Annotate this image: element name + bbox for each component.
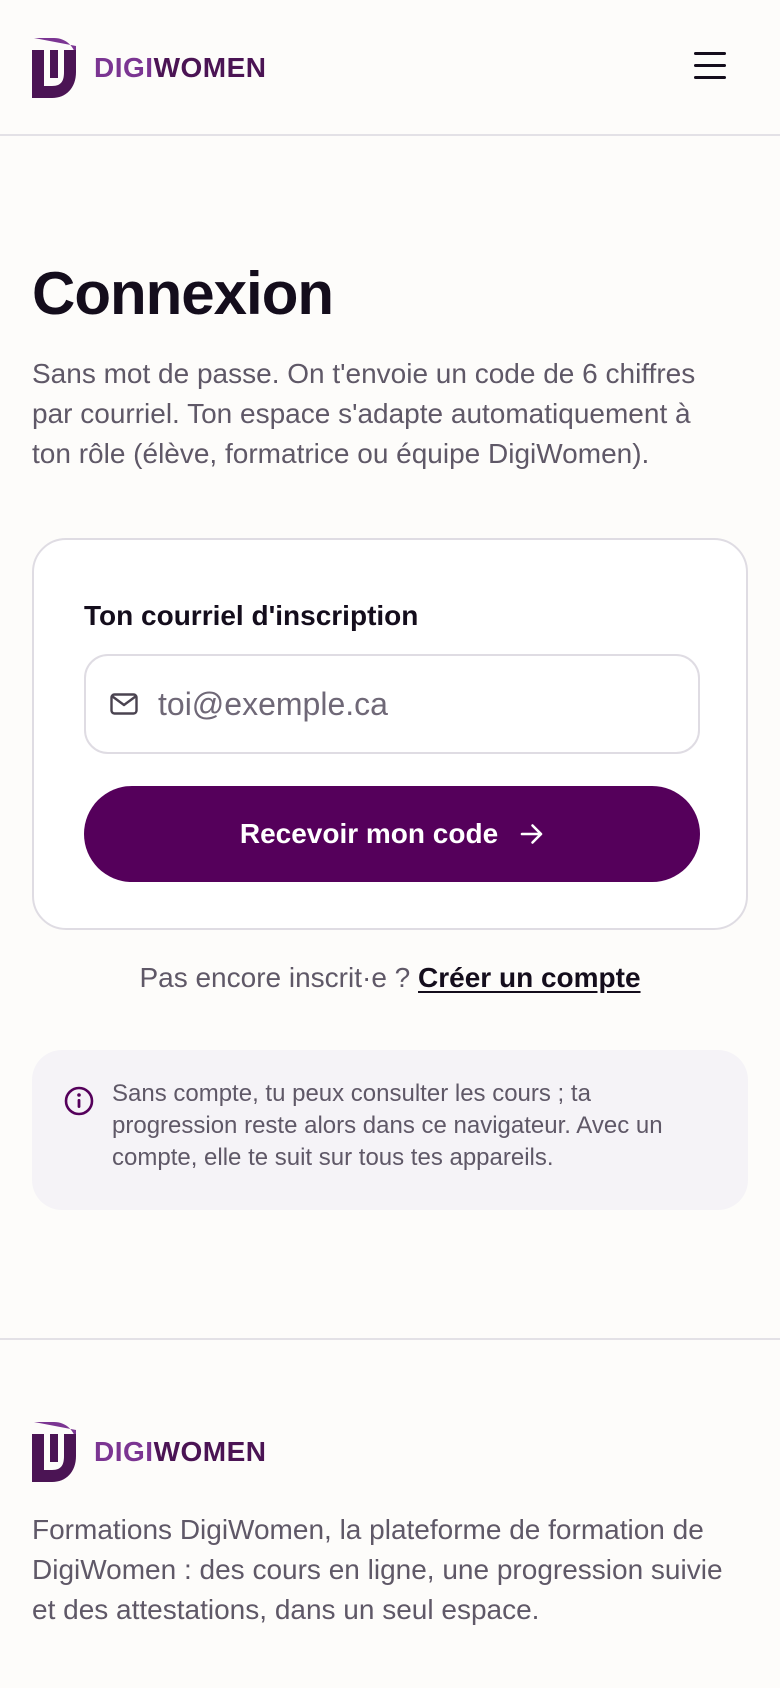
email-field-label: Ton courriel d'inscription	[84, 600, 419, 631]
signup-prompt: Pas encore inscrit·e ? Créer un compte	[0, 962, 780, 994]
hamburger-menu-icon[interactable]	[694, 50, 728, 80]
menu-bar-bottom	[694, 76, 726, 79]
menu-bar-middle	[694, 64, 726, 67]
page-intro: Sans mot de passe. On t'envoie un code d…	[32, 358, 696, 469]
logo-text-digi: DIGI	[94, 52, 154, 83]
create-account-link[interactable]: Créer un compte	[418, 962, 641, 993]
signup-prompt-text: Pas encore inscrit·e ?	[139, 962, 411, 993]
footer-logo-text-women: WOMEN	[153, 1436, 267, 1467]
site-footer: DIGIWOMEN Formations DigiWomen, la plate…	[0, 1338, 780, 1688]
footer-logo[interactable]: DIGIWOMEN	[32, 1422, 267, 1482]
info-notice-text: Sans compte, tu peux consulter les cours…	[112, 1080, 663, 1171]
footer-logo-text-digi: DIGI	[94, 1436, 154, 1467]
email-field-wrapper[interactable]	[84, 654, 700, 754]
site-header: DIGIWOMEN	[0, 0, 780, 136]
digiwomen-logo-mark-icon	[32, 38, 76, 98]
info-notice: Sans compte, tu peux consulter les cours…	[32, 1050, 748, 1210]
receive-code-button-label: Recevoir mon code	[239, 818, 499, 849]
receive-code-button[interactable]: Recevoir mon code	[84, 786, 700, 882]
menu-bar-top	[694, 52, 726, 55]
email-input[interactable]	[156, 684, 640, 724]
footer-logo-wordmark: DIGIWOMEN	[94, 1438, 267, 1466]
header-logo[interactable]: DIGIWOMEN	[32, 38, 267, 98]
login-card: Ton courriel d'inscription Recevoir mon …	[32, 538, 748, 930]
mail-icon	[110, 693, 138, 715]
page-title: Connexion	[32, 260, 334, 327]
footer-description: Formations DigiWomen, la plateforme de f…	[32, 1514, 723, 1625]
logo-text-women: WOMEN	[153, 52, 267, 83]
digiwomen-logo-mark-icon	[32, 1422, 76, 1482]
logo-wordmark: DIGIWOMEN	[94, 54, 267, 82]
arrow-right-icon	[520, 823, 544, 845]
info-icon	[64, 1086, 94, 1116]
